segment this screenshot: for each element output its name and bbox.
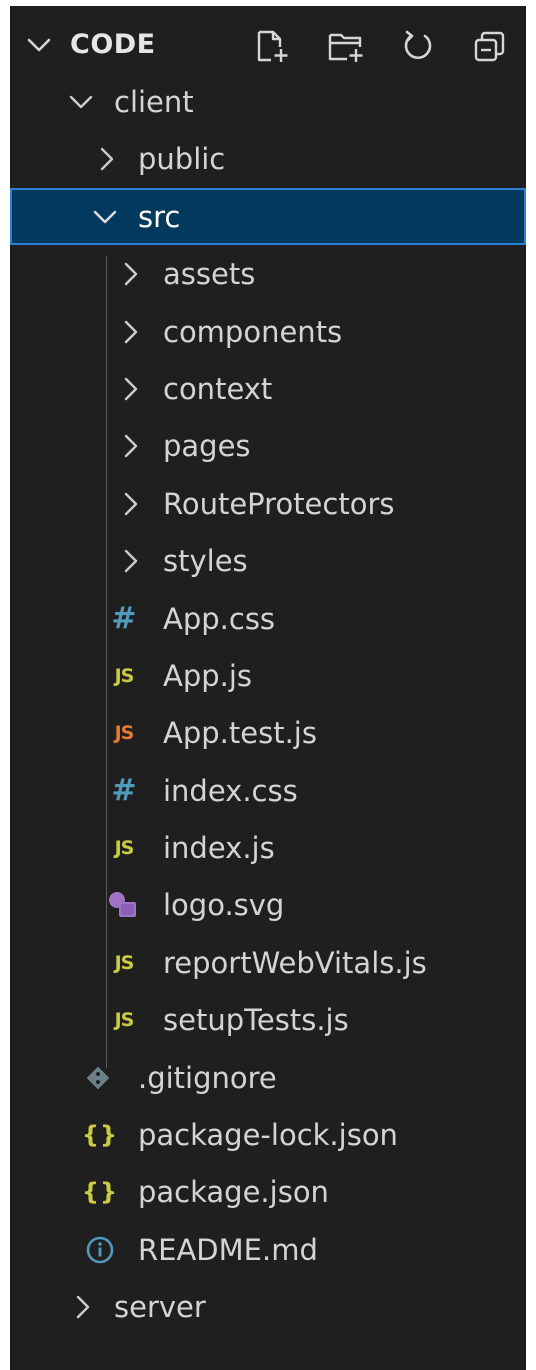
tree-folder-pages[interactable]: pages <box>10 417 526 474</box>
tree-item-label: components <box>163 314 343 349</box>
chevron-down-icon <box>93 210 117 223</box>
js-icon: JS <box>114 1009 135 1032</box>
tree-folder-context[interactable]: context <box>10 360 526 417</box>
tree-item-label: logo.svg <box>163 888 285 923</box>
tree-folder-public[interactable]: public <box>10 130 526 187</box>
tree-folder-assets[interactable]: assets <box>10 245 526 302</box>
css-icon: # <box>111 601 137 637</box>
chevron-down-icon[interactable] <box>24 30 54 60</box>
new-file-button[interactable] <box>250 24 294 68</box>
tree-file-index-js[interactable]: JS index.js <box>10 819 526 876</box>
tree-file-app-js[interactable]: JS App.js <box>10 647 526 704</box>
tree-item-label: styles <box>163 544 248 579</box>
css-icon: # <box>111 773 137 809</box>
git-icon <box>80 1061 116 1095</box>
new-file-icon <box>257 30 288 62</box>
tree-item-label: index.css <box>163 773 298 808</box>
chevron-right-icon <box>124 492 138 515</box>
chevron-right-icon <box>124 435 138 458</box>
js-icon: JS <box>114 664 135 687</box>
js-icon: JS <box>114 837 135 860</box>
tree-file-logo-svg[interactable]: logo.svg <box>10 876 526 933</box>
js-icon: JS <box>114 951 135 974</box>
tree-item-label: App.test.js <box>163 716 317 751</box>
json-icon: {} <box>81 1178 119 1207</box>
refresh-icon <box>404 30 432 59</box>
tree-item-label: reportWebVitals.js <box>163 945 427 980</box>
chevron-right-icon <box>124 262 138 286</box>
new-folder-icon <box>328 33 363 62</box>
refresh-button[interactable] <box>396 24 440 68</box>
tree-item-label: setupTests.js <box>163 1003 349 1038</box>
tree-file-package-json[interactable]: {} package.json <box>10 1163 526 1220</box>
tree-folder-styles[interactable]: styles <box>10 532 526 589</box>
tree-item-label: context <box>163 371 273 406</box>
tree-item-label: server <box>114 1290 206 1325</box>
tree-item-label: client <box>114 85 194 119</box>
tree-item-label: src <box>138 199 181 234</box>
new-folder-button[interactable] <box>324 24 368 68</box>
tree-file-gitignore[interactable]: .gitignore <box>10 1049 526 1106</box>
explorer-title[interactable]: CODE <box>70 28 156 62</box>
tree-item-label: index.js <box>163 831 275 866</box>
tree-file-index-css[interactable]: # index.css <box>10 762 526 819</box>
tree-item-label: package.json <box>138 1175 329 1210</box>
tree-folder-server[interactable]: server <box>10 1278 526 1335</box>
collapse-all-icon <box>474 31 505 62</box>
tree-item-label: assets <box>163 257 256 292</box>
chevron-right-icon <box>100 148 114 171</box>
chevron-right-icon <box>124 549 138 573</box>
tree-file-app-test-js[interactable]: JS App.test.js <box>10 704 526 761</box>
js-test-icon: JS <box>114 722 135 745</box>
tree-file-package-lock-json[interactable]: {} package-lock.json <box>10 1106 526 1163</box>
chevron-right-icon <box>124 320 138 343</box>
file-tree: client public src assets components cont… <box>10 73 526 1336</box>
tree-item-label: .gitignore <box>138 1060 277 1095</box>
tree-folder-routeprotectors[interactable]: RouteProtectors <box>10 475 526 532</box>
tree-folder-client[interactable]: client <box>10 73 526 130</box>
tree-item-label: public <box>138 142 226 177</box>
chevron-right-icon <box>124 377 138 401</box>
tree-item-label: App.js <box>163 658 253 693</box>
tree-item-label: package-lock.json <box>138 1118 398 1153</box>
tree-item-label: README.md <box>138 1232 318 1267</box>
chevron-right-icon <box>76 1296 90 1319</box>
explorer-header: CODE <box>10 6 526 82</box>
tree-folder-components[interactable]: components <box>10 303 526 360</box>
tree-file-setuptests-js[interactable]: JS setupTests.js <box>10 991 526 1048</box>
chevron-down-icon <box>69 95 93 109</box>
info-icon <box>82 1233 118 1267</box>
json-icon: {} <box>81 1121 119 1150</box>
tree-file-readme-md[interactable]: README.md <box>10 1221 526 1278</box>
tree-item-label: App.css <box>163 601 276 636</box>
tree-file-app-css[interactable]: # App.css <box>10 590 526 647</box>
tree-item-label: RouteProtectors <box>163 486 395 521</box>
tree-item-label: pages <box>163 429 251 464</box>
tree-file-reportwebvitals-js[interactable]: JS reportWebVitals.js <box>10 934 526 991</box>
collapse-all-button[interactable] <box>468 24 512 68</box>
svg-image-icon <box>106 888 142 922</box>
tree-folder-src[interactable]: src <box>10 187 526 246</box>
file-explorer: CODE client public src assets components… <box>10 6 526 1370</box>
